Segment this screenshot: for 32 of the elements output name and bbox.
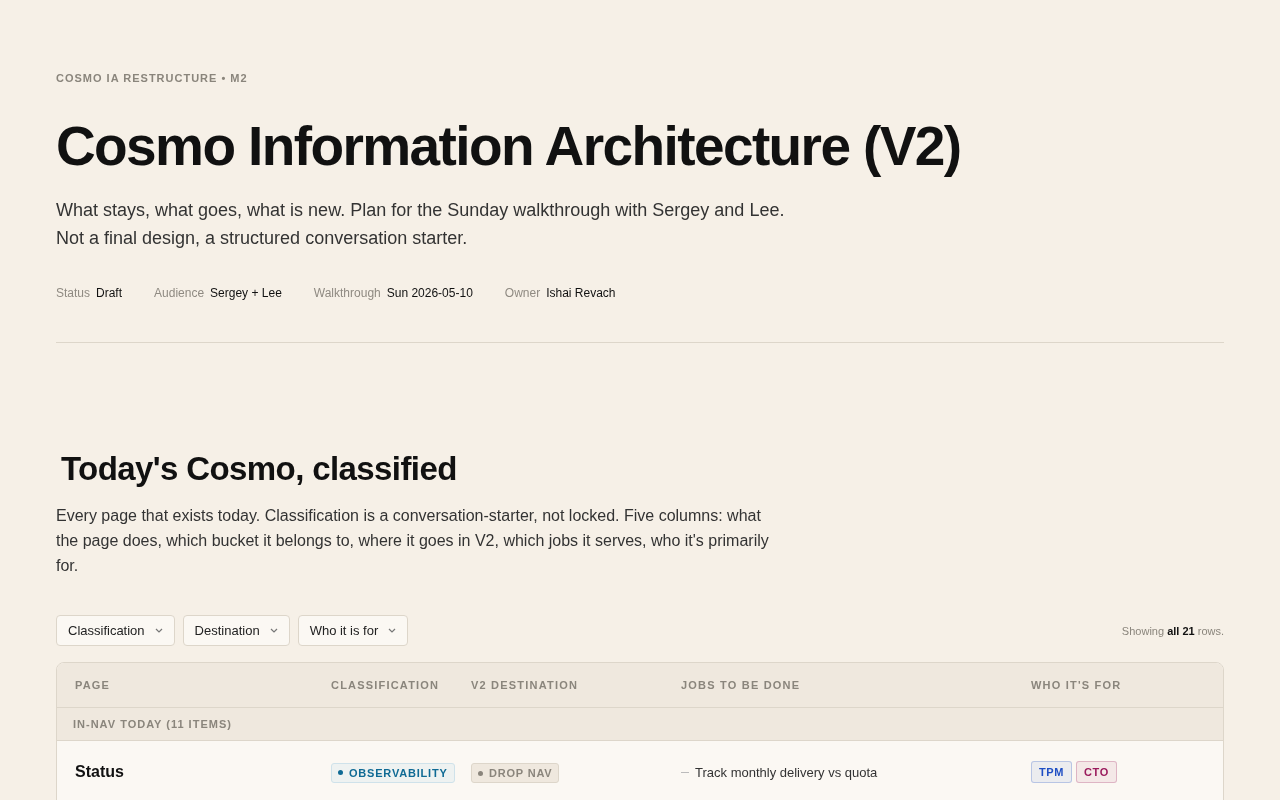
page-name: Status (75, 763, 125, 781)
column-header: CLASSIFICATION (331, 679, 441, 691)
eyebrow: COSMO IA RESTRUCTURE • M2 (56, 72, 249, 84)
filter-dropdown[interactable]: Destination (182, 615, 290, 646)
chevron-down-icon (388, 628, 397, 633)
job-item: Track monthly delivery vs quota (695, 765, 878, 780)
intro-text: What stays, what goes, what is new. Plan for the Sunday walkthrough with Sergey and Lee. Not a final design, a structured conversation starter. (56, 199, 786, 250)
page-title: Cosmo Information Architecture (V2) (56, 114, 962, 178)
meta-label: Walkthrough (313, 286, 381, 300)
audience-tag: TPM (1031, 761, 1073, 783)
meta-value: Draft (96, 286, 123, 300)
chevron-down-icon (154, 628, 163, 633)
filter-dropdown[interactable]: Classification (56, 615, 175, 646)
audience-tag: CTO (1076, 761, 1117, 783)
meta-value: Sergey + Lee (210, 286, 282, 300)
column-header: WHO IT'S FOR (1031, 679, 1123, 691)
classification-tag: OBSERVABILITY (331, 762, 455, 783)
filter-dropdown[interactable]: Who it is for (297, 615, 409, 646)
row-count: Showing all 21 rows. (1121, 624, 1224, 637)
meta-value: Ishai Revach (546, 286, 616, 300)
column-header: JOBS TO BE DONE (681, 679, 802, 691)
section-title: Today's Cosmo, classified (61, 449, 458, 489)
meta-label: Audience (154, 286, 205, 300)
meta-label: Status (56, 286, 91, 300)
section-description: Every page that exists today. Classification is a conversation-starter, not locked. Five columns: what the page does, which bucket it belongs to, where it goes in V2, which jobs it serves, who it's primarily for. (56, 506, 770, 576)
meta-label: Owner (504, 286, 541, 300)
destination-tag: DROP NAV (471, 763, 560, 783)
column-header: PAGE (75, 679, 112, 691)
column-header: V2 DESTINATION (471, 679, 580, 691)
group-header: IN-NAV TODAY (11 ITEMS) (73, 718, 232, 730)
meta-value: Sun 2026-05-10 (386, 286, 473, 300)
chevron-down-icon (269, 628, 278, 633)
